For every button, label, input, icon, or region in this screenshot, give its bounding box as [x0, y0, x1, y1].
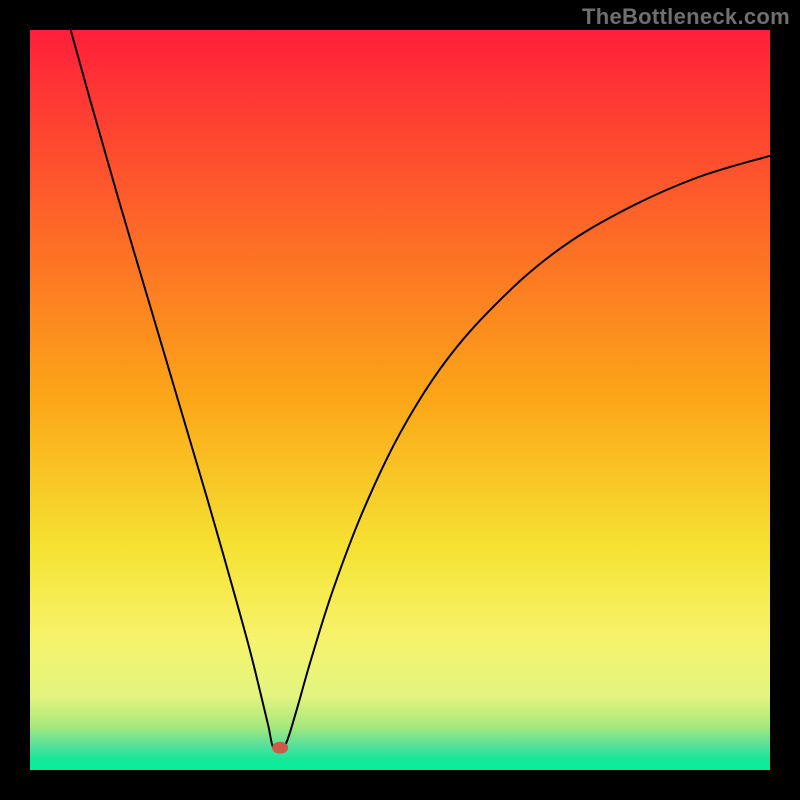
- plot-background: [30, 30, 770, 770]
- chart-frame: TheBottleneck.com: [0, 0, 800, 800]
- bottleneck-chart: [0, 0, 800, 800]
- minimum-marker: [272, 742, 288, 754]
- watermark-label: TheBottleneck.com: [582, 4, 790, 30]
